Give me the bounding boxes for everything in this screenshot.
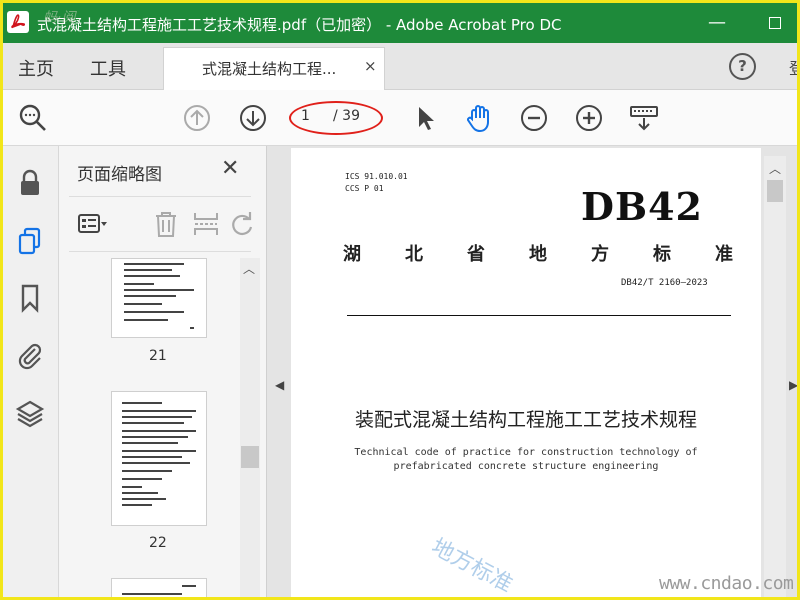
thumbnail-scrollbar[interactable]: ︿: [240, 258, 260, 597]
page-down-icon[interactable]: [237, 102, 269, 134]
category-char: 北: [405, 244, 423, 265]
panel-title: 页面缩略图: [77, 165, 162, 185]
page-thumbnail[interactable]: [111, 391, 207, 526]
corner-watermark: 蚂·阅: [43, 10, 76, 26]
page-thumbnail[interactable]: [111, 578, 207, 597]
thumbnail-toolbar: [69, 196, 253, 252]
page-up-icon[interactable]: [181, 102, 213, 134]
scrollbar-thumb[interactable]: [241, 446, 259, 468]
page-number-label: 22: [149, 535, 167, 551]
ccs-code: CCS P 01: [345, 184, 384, 193]
document-tab[interactable]: 式混凝土结构工程... ×: [163, 47, 385, 90]
options-menu-icon[interactable]: [77, 209, 107, 239]
page-number-label: 21: [149, 348, 167, 364]
window-title: 式混凝土结构工程施工工艺技术规程.pdf（已加密） - Adobe Acroba…: [37, 16, 562, 34]
document-tab-close-icon[interactable]: ×: [364, 57, 377, 75]
category-char: 准: [715, 244, 733, 265]
document-tab-label: 式混凝土结构工程...: [202, 60, 337, 78]
pages-icon[interactable]: [15, 226, 45, 256]
scrollbar-thumb[interactable]: [767, 180, 783, 202]
collapse-right-icon[interactable]: ▶: [789, 378, 797, 392]
bookmark-icon[interactable]: [15, 283, 45, 313]
pdf-page: ICS 91.010.01 CCS P 01 DB42 湖 北 省 地 方 标 …: [291, 148, 761, 598]
scroll-up-icon[interactable]: ︿: [769, 160, 781, 177]
toolbar: 1 / 39: [3, 90, 797, 146]
document-viewer: ◀ ICS 91.010.01 CCS P 01 DB42 湖 北 省 地 方 …: [267, 146, 797, 598]
help-icon[interactable]: ?: [729, 53, 756, 80]
site-watermark: www.cndao.com: [659, 573, 794, 594]
keyboard-scroll-icon[interactable]: [628, 102, 660, 134]
standard-number: DB42/T 2160—2023: [621, 278, 708, 288]
panel-close-icon[interactable]: ✕: [221, 156, 239, 181]
tab-bar: 主页 工具 式混凝土结构工程... × ? 登: [3, 43, 797, 90]
lock-icon[interactable]: [15, 168, 45, 198]
page-navigator: 1 / 39: [289, 101, 383, 135]
layers-icon[interactable]: [15, 398, 45, 428]
select-cursor-icon[interactable]: [409, 102, 441, 134]
document-title-cn: 装配式混凝土结构工程施工工艺技术规程: [354, 409, 697, 431]
delete-page-icon[interactable]: [151, 209, 181, 239]
maximize-icon: [769, 17, 781, 29]
document-scrollbar[interactable]: ︿: [764, 156, 786, 597]
sign-in-label[interactable]: 登: [789, 55, 797, 79]
page-thumbnail[interactable]: [111, 258, 207, 338]
category-char: 标: [653, 244, 671, 265]
category-char: 地: [529, 244, 547, 265]
annotation-ellipse: [289, 101, 383, 135]
title-bar: 式混凝土结构工程施工工艺技术规程.pdf（已加密） - Adobe Acroba…: [3, 3, 797, 43]
document-title-en-line1: Technical code of practice for construct…: [354, 447, 698, 458]
ics-code: ICS 91.010.01: [345, 172, 408, 181]
collapse-left-icon[interactable]: ◀: [275, 378, 284, 392]
rotate-page-icon[interactable]: [227, 209, 257, 239]
tab-tools[interactable]: 工具: [90, 55, 126, 81]
attachment-icon[interactable]: [15, 340, 45, 370]
zoom-out-icon[interactable]: [518, 102, 550, 134]
left-icon-rail: [3, 146, 59, 597]
standard-code: DB42: [581, 184, 703, 229]
divider: [347, 315, 731, 316]
document-title-en-line2: prefabricated concrete structure enginee…: [393, 461, 659, 472]
acrobat-pdf-icon: [7, 11, 29, 33]
minimize-button[interactable]: —: [703, 9, 731, 37]
hand-tool-icon[interactable]: [463, 102, 495, 134]
app-frame: 式混凝土结构工程施工工艺技术规程.pdf（已加密） - Adobe Acroba…: [0, 0, 800, 600]
tab-home[interactable]: 主页: [18, 55, 54, 81]
maximize-button[interactable]: [761, 9, 789, 37]
standard-category: 湖 北 省 地 方 标 准: [343, 240, 733, 266]
category-char: 湖: [343, 244, 361, 265]
scroll-up-icon[interactable]: ︿: [243, 260, 255, 277]
zoom-in-icon[interactable]: [573, 102, 605, 134]
category-char: 省: [467, 244, 485, 265]
search-zoom-icon[interactable]: [17, 102, 49, 134]
watermark-text: 地方标准: [427, 534, 517, 598]
page-thumbnails-panel: 页面缩略图 ✕ 21 22 ︿: [59, 146, 267, 597]
category-char: 方: [591, 244, 609, 265]
extract-page-icon[interactable]: [191, 209, 221, 239]
